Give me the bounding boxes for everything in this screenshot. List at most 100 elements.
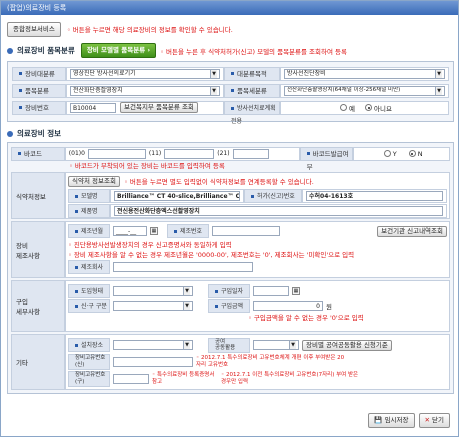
chevron-down-icon: ▼ — [435, 86, 442, 95]
ministry-class-lookup-button[interactable]: 보건복지부 품목분류 조회 — [120, 102, 198, 113]
chevron-down-icon: ▼ — [289, 341, 296, 349]
chevron-down-icon: ▼ — [183, 286, 190, 295]
barcode-prefix-11: (11) — [148, 150, 162, 157]
section-title: 의료장비 정보 — [17, 129, 62, 138]
radio-no[interactable] — [365, 104, 373, 111]
barcode-note: ◦ 바코드가 부착되어 있는 장비는 바코드를 입력하여 등록 — [69, 162, 225, 170]
purchase-date-input[interactable] — [253, 285, 289, 296]
unique-number-old-label: 장비고유번호(구) — [68, 370, 110, 387]
permit-number-label: 허가(신고)번호 — [257, 192, 295, 200]
model-name-label: 모델명 — [81, 192, 98, 200]
won-unit: 원 — [326, 302, 332, 311]
item-subclass-label: 품목세분류 — [237, 86, 267, 95]
import-type-label: 도입형태 — [81, 287, 104, 295]
shared-use-label: 공여 공동활용 — [208, 337, 250, 353]
radio-yes-label: 예 — [349, 104, 356, 113]
class-purpose-label: 대분류목적 — [237, 69, 267, 78]
section-item-classification: 의료장비 품목분류 장비 모델별 품목분류 › ◦ 버튼을 누른 후 식약처허가… — [7, 43, 454, 58]
manufacturer-label: 제조회사 — [81, 263, 104, 271]
serial-number-label: 제조번호 — [180, 228, 203, 235]
popup-window: (팝업)의료장비 등록 종합정보서비스 ◦ 버튼을 누르면 해당 의료장비의 정… — [0, 0, 459, 437]
chevron-down-icon: ▼ — [210, 69, 217, 78]
mfds-lookup-button[interactable]: 식약처 정보조회 — [68, 175, 120, 187]
barcode-21-input[interactable] — [232, 148, 269, 159]
manufacture-date-input[interactable]: ____-__ — [113, 226, 147, 236]
classification-box: 장비대분류 영상진단 방사선의료기기 ▼ 대분류목적 방사선진단장비 ▼ 품목분류 … — [7, 61, 454, 125]
product-name-input[interactable]: 전신용전산화단층엑스선촬영장치 — [114, 205, 443, 216]
mfds-note: ◦ 버튼을 누르면 별도 입력없이 식약처정보를 연계등록할 수 있습니다. — [123, 178, 314, 186]
window-title: (팝업)의료장비 등록 — [1, 1, 458, 15]
model-name-input[interactable]: Brilliance™ CT 40-slice,Brilliance™ CT 6… — [114, 190, 240, 201]
section-bullet-icon — [7, 130, 13, 137]
radio-barcode-y[interactable] — [383, 150, 391, 157]
calendar-icon[interactable]: ▦ — [150, 227, 158, 235]
close-button[interactable]: ✕ 닫기 — [418, 413, 450, 428]
barcode-label: 바코드 — [24, 149, 42, 158]
shared-use-select[interactable]: ▼ — [253, 340, 299, 350]
equip-number-input[interactable]: B10004 — [70, 102, 116, 113]
close-label: 닫기 — [432, 416, 444, 424]
barcode-prefix-01: (01)0 — [68, 150, 85, 157]
close-icon: ✕ — [424, 416, 430, 424]
class-purpose-select[interactable]: 방사선진단장비 ▼ — [284, 68, 445, 79]
unique-number-new-input[interactable] — [113, 356, 193, 367]
new-used-select[interactable]: ▼ — [113, 300, 193, 311]
radio-n-label: N — [417, 149, 423, 158]
total-info-service-button[interactable]: 종합정보서비스 — [7, 21, 61, 37]
barcode-01-input[interactable] — [87, 148, 146, 159]
unique-number-old-note-2: ◦ 2012.7.1 이전 특수의료장비 고유번호(7자리) 부여 받은 경우만… — [221, 371, 359, 385]
import-type-select[interactable]: ▼ — [113, 285, 193, 296]
manufacture-note-2: ◦ 장비 제조사항을 알 수 없는 경우 제조년월은 '0000-00', 제조… — [68, 251, 355, 259]
model-classification-button[interactable]: 장비 모델별 품목분류 › — [80, 43, 157, 58]
product-name-label: 제품명 — [81, 207, 98, 215]
section-bullet-icon — [7, 47, 13, 54]
radiation-plan-label: 방사선치료계획전용 — [231, 104, 276, 125]
radio-barcode-n[interactable] — [408, 150, 416, 157]
section-equipment-info: 의료장비 정보 — [7, 128, 454, 139]
install-place-label: 설치장소 — [81, 342, 104, 349]
unique-number-old-note-1: ◦ 특수의료장비 등록증명서 참고 — [152, 371, 215, 385]
barcode-prefix-21: (21) — [217, 150, 230, 157]
model-note: ◦ 버튼을 누른 후 식약처허가(신고) 모델의 품목분류를 조회하여 등록 — [160, 47, 348, 56]
purchase-date-label: 구입일자 — [221, 287, 244, 295]
barcode-11-input[interactable] — [164, 148, 215, 159]
manufacture-date-label: 제조년월 — [81, 228, 104, 235]
serial-number-input[interactable] — [212, 226, 280, 236]
equip-type-select[interactable]: 영상진단 방사선의료기기 ▼ — [70, 68, 220, 79]
purchase-label: 구입 세부사항 — [11, 280, 65, 332]
purchase-price-input[interactable]: 0 — [253, 300, 323, 311]
install-place-select[interactable]: ▼ — [113, 340, 193, 350]
etc-label: 기타 — [11, 334, 65, 390]
equip-number-label: 장비번호 — [25, 103, 49, 112]
radio-yes[interactable] — [340, 104, 348, 111]
mfds-label: 식약처정보 — [11, 172, 65, 219]
equipment-info-box: 바코드 (01)0 (11) (21) 바코드발급여부 YN ◦ 바코드가 부착… — [7, 142, 454, 394]
health-agency-report-button[interactable]: 보건기관 신고내역조회 — [377, 225, 447, 237]
temp-save-label: 임시저장 — [384, 416, 409, 424]
section-title: 의료장비 품목분류 — [17, 46, 75, 55]
manufacturer-input[interactable] — [113, 261, 253, 272]
purchase-price-label: 구입금액 — [221, 302, 244, 310]
manufacture-note-1: ◦ 진단용방사선발생장치의 경우 신고증명서와 동일하게 입력 — [68, 241, 232, 249]
service-note: ◦ 버튼을 누르면 해당 의료장비의 정보를 확인할 수 있습니다. — [66, 26, 233, 34]
equip-type-label: 장비대분류 — [25, 69, 55, 78]
unique-number-new-label: 장비고유번호(신) — [68, 353, 110, 370]
chevron-down-icon: ▼ — [183, 341, 190, 349]
item-class-label: 품목분류 — [25, 86, 49, 95]
chevron-down-icon: ▼ — [435, 69, 442, 78]
unique-number-new-note: ◦ 2012.7.1 특수의료장비 고유번호체계 개편 이후 부여받은 20자리… — [196, 354, 345, 368]
permit-number-input[interactable]: 수허04-1613호 — [306, 190, 443, 201]
calendar-icon[interactable]: ▦ — [292, 286, 300, 295]
unique-number-old-input[interactable] — [113, 373, 149, 384]
chevron-down-icon: ▼ — [210, 86, 217, 95]
item-subclass-select[interactable]: 전산화단층촬영장치(64채널 이상-256채널 미만) ▼ — [284, 85, 445, 96]
manufacture-label: 장비 제조사항 — [11, 221, 65, 278]
item-class-select[interactable]: 전산화단층촬영장치 ▼ — [70, 85, 220, 96]
temp-save-button[interactable]: 💾 임시저장 — [368, 413, 415, 428]
save-icon: 💾 — [374, 416, 383, 424]
radio-y-label: Y — [392, 149, 397, 158]
price-note: ◦ 구입금액을 알 수 없는 경우 '0'으로 입력 — [248, 314, 364, 322]
shared-use-criteria-button[interactable]: 장비별 공여공동활용 신청기준 — [302, 339, 392, 351]
new-used-label: 신·구 구분 — [81, 302, 107, 310]
radio-no-label: 아니요 — [374, 104, 392, 113]
